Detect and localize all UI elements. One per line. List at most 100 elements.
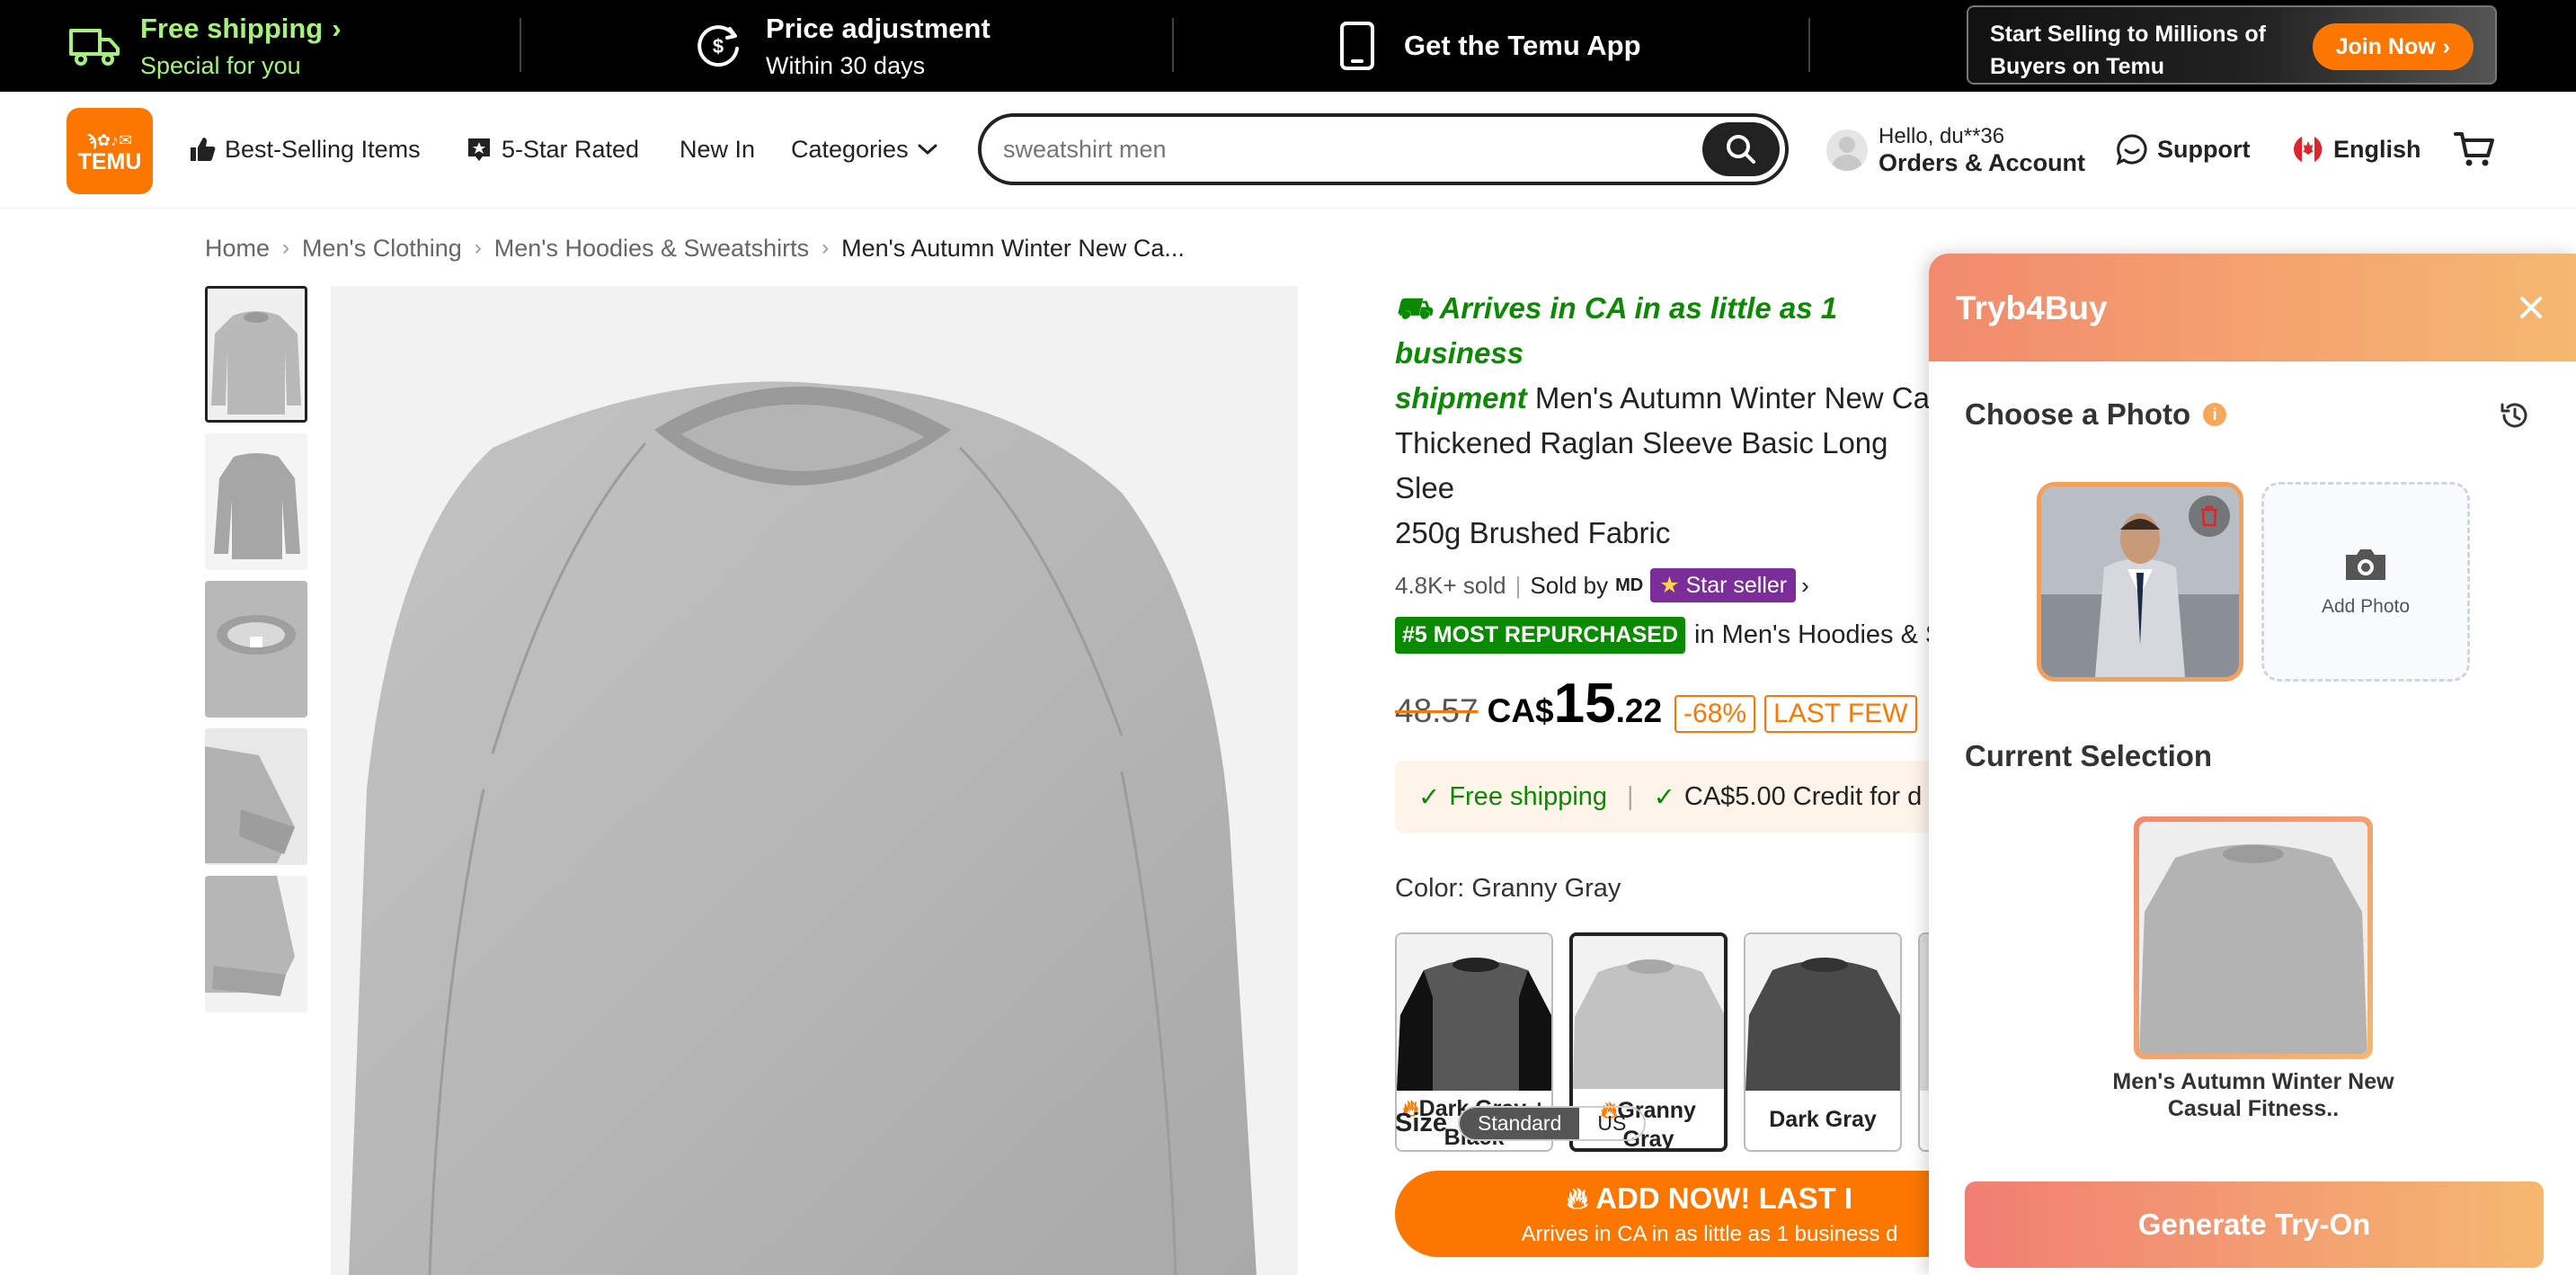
size-row: Size Standard US xyxy=(1395,1106,1647,1141)
product-title: ⛟ Arrives in CA in as little as 1 busine… xyxy=(1395,286,1934,556)
cart-icon xyxy=(2454,132,2494,166)
trash-icon xyxy=(2201,505,2217,527)
seller-banner[interactable]: Start Selling to Millions of Buyers on T… xyxy=(1967,5,2497,85)
cart-button[interactable] xyxy=(2454,128,2504,171)
svg-text:$: $ xyxy=(713,35,724,58)
chat-support-icon xyxy=(2116,134,2147,165)
site-header: ϡ✿♪✉ TEMU Best-Selling Items 5-Star Rate… xyxy=(0,92,2576,209)
add-to-cart-button[interactable]: 🔥︎ ADD NOW! LAST I Arrives in CA in as l… xyxy=(1395,1171,1934,1257)
search-button[interactable] xyxy=(1702,122,1780,176)
discount-badge: -68% xyxy=(1674,695,1756,733)
divider: | xyxy=(1627,781,1634,811)
star-seller-badge[interactable]: ★ Star seller xyxy=(1650,568,1797,602)
nav-five-star[interactable]: 5-Star Rated xyxy=(466,128,639,171)
chevron-right-icon: › xyxy=(2442,33,2450,59)
thumbnail-angle[interactable] xyxy=(205,433,307,570)
swatch-dark-gray[interactable]: Dark Gray xyxy=(1744,932,1902,1152)
search-bar xyxy=(978,113,1789,185)
title-part-1: Men's Autumn Winter New Ca xyxy=(1526,381,1930,415)
check-icon: ✓ xyxy=(1418,782,1441,812)
chevron-right-icon: › xyxy=(474,236,482,260)
orders-account-link[interactable]: Orders & Account xyxy=(1879,149,2085,177)
main-product-image[interactable] xyxy=(331,286,1298,1275)
sold-by-label: Sold by xyxy=(1530,571,1609,599)
camera-icon xyxy=(2346,549,2385,580)
star-badge-icon xyxy=(468,138,490,161)
free-shipping-promo[interactable]: Free shipping › Special for you xyxy=(68,0,342,92)
chevron-down-icon xyxy=(918,144,937,156)
choose-photo-heading: Choose a Photo i xyxy=(1965,397,2227,432)
size-standard-toggle[interactable]: Standard US xyxy=(1458,1106,1647,1141)
get-app-promo[interactable]: Get the Temu App xyxy=(1339,0,1641,92)
thumbnail-collar[interactable] xyxy=(205,581,307,718)
nav-new-in[interactable]: New In xyxy=(680,128,755,171)
chevron-right-icon[interactable]: › xyxy=(1801,572,1809,600)
fast-delivery-icon: ⛟ xyxy=(1395,291,1440,325)
thumbs-up-icon xyxy=(191,138,216,161)
phone-icon xyxy=(1340,22,1374,70)
nav-best-selling[interactable]: Best-Selling Items xyxy=(189,128,421,171)
repurchased-category[interactable]: in Men's Hoodies & S xyxy=(1694,620,1934,650)
breadcrumb: Home › Men's Clothing › Men's Hoodies & … xyxy=(205,232,1185,264)
seller-banner-text: Start Selling to Millions of Buyers on T… xyxy=(1990,22,2266,79)
delete-photo-button[interactable] xyxy=(2189,495,2230,537)
free-shipping-title: Free shipping xyxy=(140,12,324,44)
truck-icon xyxy=(69,29,120,66)
breadcrumb-mens-clothing[interactable]: Men's Clothing xyxy=(302,235,462,263)
seller-logo[interactable]: MD xyxy=(1615,575,1643,596)
divider xyxy=(1172,18,1174,72)
shipment-label: shipment xyxy=(1395,381,1527,415)
history-icon[interactable] xyxy=(2499,399,2531,432)
support-link[interactable]: Support xyxy=(2116,128,2250,171)
account-menu[interactable]: Hello, du**36 Orders & Account xyxy=(1826,119,2085,182)
nav-categories[interactable]: Categories xyxy=(791,128,939,171)
price-adjustment-promo[interactable]: $ Price adjustment Within 30 days xyxy=(694,0,990,92)
close-icon[interactable] xyxy=(2513,290,2549,325)
repurchase-row: #5 MOST REPURCHASED in Men's Hoodies & S xyxy=(1395,617,1934,654)
credit-label: CA$5.00 Credit for d xyxy=(1683,781,1923,811)
user-photo[interactable] xyxy=(2037,482,2243,682)
price-adjustment-title: Price adjustment xyxy=(766,12,990,44)
divider xyxy=(520,18,521,72)
thumbnail-cuff[interactable] xyxy=(205,728,307,865)
promo-bar: Free shipping › Special for you $ Price a… xyxy=(0,0,2576,92)
temu-logo[interactable]: ϡ✿♪✉ TEMU xyxy=(67,108,153,194)
generate-tryon-button[interactable]: Generate Try-On xyxy=(1965,1181,2544,1268)
add-photo-button[interactable]: Add Photo xyxy=(2261,482,2470,682)
stock-badge: LAST FEW xyxy=(1764,695,1917,733)
selected-product-card[interactable] xyxy=(2134,816,2373,1059)
size-us-option[interactable]: US xyxy=(1579,1108,1644,1139)
breadcrumb-home[interactable]: Home xyxy=(205,235,270,263)
size-standard-option[interactable]: Standard xyxy=(1460,1108,1580,1139)
get-app-title: Get the Temu App xyxy=(1404,30,1641,61)
thumbnail-hem[interactable] xyxy=(205,876,307,1012)
free-shipping-subtitle: Special for you xyxy=(140,51,301,79)
current-selection-heading: Current Selection xyxy=(1965,739,2213,772)
repurchased-badge[interactable]: #5 MOST REPURCHASED xyxy=(1395,617,1685,654)
divider xyxy=(1808,18,1810,72)
info-icon[interactable]: i xyxy=(2203,403,2227,426)
price-cents: .22 xyxy=(1615,692,1663,729)
shipping-credit-box[interactable]: ✓ Free shipping | ✓ CA$5.00 Credit for d xyxy=(1395,761,1934,833)
price-integer: 15 xyxy=(1553,673,1616,735)
divider: | xyxy=(1515,571,1522,599)
tryon-panel: Tryb4Buy Choose a Photo i Add Photo Curr… xyxy=(1929,254,2576,1275)
selected-product-name: Men's Autumn Winter New Casual Fitness.. xyxy=(2112,1069,2394,1121)
dollar-cycle-icon: $ xyxy=(697,25,739,67)
size-label: Size xyxy=(1395,1109,1448,1137)
avatar xyxy=(1826,129,1868,171)
product-info: ⛟ Arrives in CA in as little as 1 busine… xyxy=(1395,286,1934,1275)
greeting-text: Hello, du**36 xyxy=(1879,123,2005,148)
search-input[interactable] xyxy=(1003,128,1668,171)
tryon-panel-title: Tryb4Buy xyxy=(1956,290,2108,326)
check-icon: ✓ xyxy=(1653,782,1675,812)
chevron-right-icon: › xyxy=(282,236,290,260)
language-selector[interactable]: English xyxy=(2292,128,2421,171)
search-icon xyxy=(1727,135,1755,164)
thumbnail-front[interactable] xyxy=(205,286,307,423)
tryon-panel-header: Tryb4Buy xyxy=(1929,254,2576,361)
join-now-button[interactable]: Join Now › xyxy=(2312,23,2474,70)
breadcrumb-hoodies[interactable]: Men's Hoodies & Sweatshirts xyxy=(494,235,809,263)
free-shipping-label: Free shipping xyxy=(1449,781,1608,811)
arrival-promise: Arrives in CA in as little as 1 business xyxy=(1395,291,1838,370)
